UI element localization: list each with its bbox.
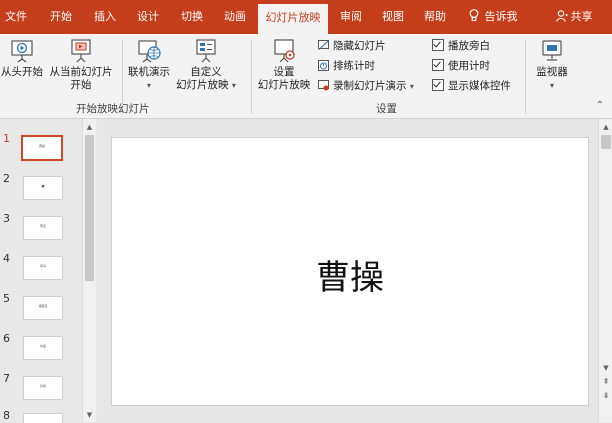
share-button[interactable]: 共享: [546, 0, 602, 34]
tell-me-box[interactable]: 告诉我: [460, 0, 526, 34]
thumbnail-number: 4: [3, 252, 10, 265]
group-label-start-slideshow: 开始放映幻灯片: [76, 103, 150, 115]
hide-slide-icon: [318, 40, 329, 50]
scrollbar-thumb[interactable]: [601, 135, 611, 149]
slide-editing-area: 曹操: [97, 119, 599, 422]
slide-thumbnail[interactable]: 孙权: [23, 376, 63, 400]
thumbnail-number: 7: [3, 372, 10, 385]
present-online-button[interactable]: 联机演示 ▾: [124, 38, 174, 92]
slide-canvas[interactable]: 曹操: [111, 137, 589, 406]
slide-scrollbar[interactable]: ▲ ▼ ⇞ ⇟: [598, 119, 612, 422]
from-current-slide-button[interactable]: 从当前幻灯片 开始: [46, 38, 116, 92]
scroll-up-icon[interactable]: ▲: [599, 121, 612, 133]
checkbox-checked-icon: [432, 39, 444, 51]
custom-slideshow-button[interactable]: 自定义 幻灯片放映 ▾: [174, 38, 238, 92]
slide-thumbnail[interactable]: ■: [23, 176, 63, 200]
collapse-ribbon-icon[interactable]: ⌃: [596, 100, 604, 111]
thumbnail-number: 3: [3, 212, 10, 225]
slide-title-text[interactable]: 曹操: [112, 250, 588, 299]
present-online-icon: [138, 40, 161, 63]
tab-view[interactable]: 视图: [376, 0, 410, 34]
dropdown-caret-icon: ▾: [549, 81, 554, 90]
thumbnail-number: 1: [3, 132, 10, 145]
lightbulb-icon: [469, 9, 478, 22]
from-beginning-button[interactable]: 从头开始: [0, 38, 44, 79]
play-narrations-checkbox[interactable]: 播放旁白: [432, 38, 490, 54]
tab-home[interactable]: 开始: [44, 0, 78, 34]
thumbnail-number: 5: [3, 292, 10, 305]
tab-file[interactable]: 文件: [0, 0, 32, 34]
monitor-icon: [542, 40, 562, 61]
scroll-up-icon[interactable]: ▲: [83, 121, 96, 133]
show-media-controls-checkbox[interactable]: 显示媒体控件: [432, 78, 511, 94]
scroll-down-icon[interactable]: ▼: [599, 362, 612, 374]
next-slide-icon[interactable]: ⇟: [599, 390, 612, 402]
use-timings-checkbox[interactable]: 使用计时: [432, 58, 490, 74]
tab-slideshow[interactable]: 幻灯片放映: [258, 4, 328, 34]
stopwatch-icon: [318, 60, 329, 71]
checkbox-checked-icon: [432, 79, 444, 91]
ribbon-separator: [251, 40, 252, 114]
ribbon-tab-bar: 文件 开始 插入 设计 切换 动画 幻灯片放映 审阅 视图 帮助 告诉我 共享: [0, 0, 612, 34]
tab-animations[interactable]: 动画: [218, 0, 252, 34]
custom-slideshow-icon: [196, 39, 216, 63]
slide-thumbnail[interactable]: 司马: [23, 256, 63, 280]
ribbon-slideshow: 从头开始 从当前幻灯片 开始 联机演示 ▾ 自定义 幻灯片放映 ▾ 开始放映幻灯…: [0, 34, 612, 119]
person-icon: [555, 10, 568, 22]
previous-slide-icon[interactable]: ⇞: [599, 376, 612, 388]
monitor-button[interactable]: 监视器 ▾: [530, 38, 574, 92]
tab-design[interactable]: 设计: [131, 0, 165, 34]
presentation-from-start-icon: [11, 40, 33, 63]
slide-thumbnail[interactable]: 刘备: [23, 336, 63, 360]
dropdown-caret-icon: ▾: [409, 82, 414, 91]
tab-review[interactable]: 审阅: [334, 0, 368, 34]
tab-transitions[interactable]: 切换: [175, 0, 209, 34]
tab-insert[interactable]: 插入: [88, 0, 122, 34]
tab-help[interactable]: 帮助: [418, 0, 452, 34]
hide-slide-button[interactable]: 隐藏幻灯片: [318, 38, 386, 54]
setup-slideshow-icon: [274, 39, 295, 63]
group-label-setup: 设置: [376, 103, 397, 115]
slide-thumbnail-pane: 1 曹操 2 ■ 3 曹丕 4 司马 5 诸葛亮 6 刘备 7 孙权 8 ▲ ▼: [0, 119, 97, 423]
slide-thumbnail[interactable]: 诸葛亮: [23, 296, 63, 320]
dropdown-caret-icon: ▾: [146, 81, 151, 90]
record-slideshow-button[interactable]: 录制幻灯片演示 ▾: [318, 78, 414, 94]
scrollbar-thumb[interactable]: [85, 135, 94, 281]
ribbon-separator: [525, 40, 526, 114]
slide-thumbnail-selected[interactable]: 曹操: [21, 135, 63, 161]
thumbnail-number: 6: [3, 332, 10, 345]
thumbnail-number: 2: [3, 172, 10, 185]
dropdown-caret-icon: ▾: [231, 81, 236, 90]
record-icon: [318, 80, 329, 91]
scroll-down-icon[interactable]: ▼: [83, 409, 96, 421]
presentation-from-current-icon: [71, 39, 91, 63]
thumbnail-number: 8: [3, 409, 10, 422]
thumbnail-scrollbar[interactable]: ▲ ▼: [82, 119, 96, 422]
checkbox-checked-icon: [432, 59, 444, 71]
slide-thumbnail[interactable]: 曹丕: [23, 216, 63, 240]
setup-slideshow-button[interactable]: 设置 幻灯片放映: [254, 38, 314, 92]
rehearse-timings-button[interactable]: 排练计时: [318, 58, 375, 74]
